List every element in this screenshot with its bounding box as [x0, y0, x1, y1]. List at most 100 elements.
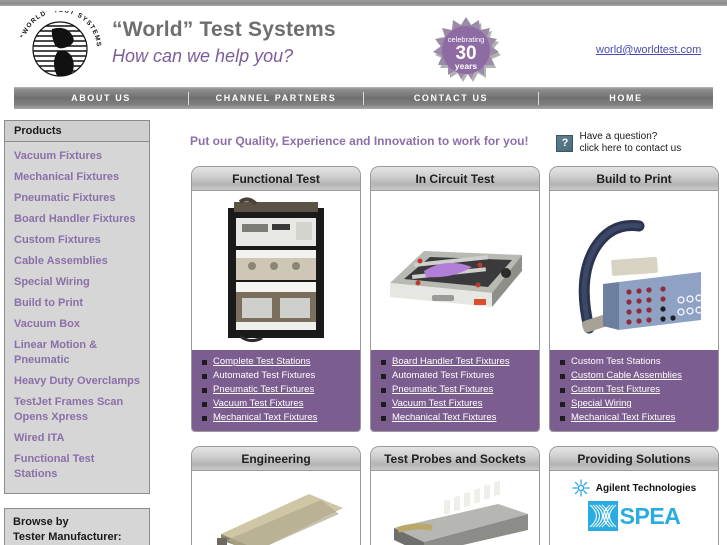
product-card-list-item[interactable]: Vacuum Test Fixtures — [198, 397, 354, 411]
product-card-list-item[interactable]: Special Wiring — [556, 397, 712, 411]
product-link[interactable]: Mechanical Text Fixtures — [213, 411, 317, 425]
product-link[interactable]: Custom Test Fixtures — [571, 383, 660, 397]
spea-label: SPEA — [619, 503, 681, 529]
page-tagline: Put our Quality, Experience and Innovati… — [190, 134, 529, 148]
square-bullet-icon — [381, 388, 386, 393]
celebrating-30-years-badge: celebrating 30 years — [428, 16, 504, 86]
product-card-list-item[interactable]: Custom Test Fixtures — [556, 383, 712, 397]
sidebar-product-link[interactable]: Board Handler Fixtures — [5, 209, 149, 230]
brand-title: “World” Test Systems — [112, 18, 336, 41]
square-bullet-icon — [381, 402, 386, 407]
nav-item-contact-us[interactable]: CONTACT US — [364, 93, 538, 103]
sidebar-product-link[interactable]: Special Wiring — [5, 272, 149, 293]
product-card: In Circuit Test Board Handler Test Fixtu… — [370, 166, 540, 432]
product-card-list-item[interactable]: Custom Cable Assemblies — [556, 369, 712, 383]
sidebar: Products Vacuum Fixtures Mechanical Fixtu… — [4, 120, 150, 545]
product-label: Custom Test Stations — [571, 356, 661, 367]
question-text: Have a question? click here to contact u… — [579, 131, 681, 155]
product-link[interactable]: Vacuum Test Fixtures — [213, 397, 303, 411]
spea-logo: SPEA — [587, 501, 681, 531]
sidebar-product-link[interactable]: Custom Fixtures — [5, 230, 149, 251]
square-bullet-icon — [560, 388, 565, 393]
product-link[interactable]: Vacuum Test Fixtures — [392, 397, 482, 411]
product-card-list-item: Custom Test Stations — [556, 355, 712, 369]
square-bullet-icon — [560, 402, 565, 407]
product-card-links: Custom Test Stations Custom Cable Assembl… — [550, 350, 718, 431]
sidebar-product-link[interactable]: Build to Print — [5, 293, 149, 314]
functional-test-rack-photo — [192, 191, 360, 350]
product-card-title: Engineering — [192, 447, 360, 471]
in-circuit-test-fixture-photo — [371, 191, 539, 350]
product-card-list-item: Automated Test Fixtures — [198, 369, 354, 383]
product-card-list-item[interactable]: Mechanical Text Fixtures — [198, 411, 354, 425]
tagline-row: Put our Quality, Experience and Innovati… — [158, 120, 723, 166]
product-card-title: Providing Solutions — [550, 447, 718, 471]
question-line2: click here to contact us — [579, 143, 682, 154]
browse-title-line2: Tester Manufacturer: — [13, 531, 122, 543]
square-bullet-icon — [381, 374, 386, 379]
browse-title-line1: Browse by — [13, 516, 69, 528]
brand-tagline: How can we help you? — [112, 46, 294, 66]
agilent-logo: Agilent Technologies — [572, 479, 696, 497]
agilent-label: Agilent Technologies — [595, 482, 697, 494]
product-card: Functional Test Complete Test Stations Au… — [191, 166, 361, 432]
product-card-links: Complete Test Stations Automated Test Fix… — [192, 350, 360, 431]
sidebar-product-link[interactable]: Pneumatic Fixtures — [5, 188, 149, 209]
sidebar-product-link[interactable]: Functional Test Stations — [5, 449, 149, 485]
sidebar-product-link[interactable]: Cable Assemblies — [5, 251, 149, 272]
product-card-list-item: Automated Test Fixtures — [377, 369, 533, 383]
product-card-list-item[interactable]: Complete Test Stations — [198, 355, 354, 369]
product-link[interactable]: Pneumatic Test Fixtures — [392, 383, 493, 397]
product-card-title: Build to Print — [550, 167, 718, 191]
product-card-list-item[interactable]: Mechanical Text Fixtures — [377, 411, 533, 425]
product-label: Automated Test Fixtures — [392, 370, 495, 381]
build-to-print-cable-module-photo — [550, 191, 718, 350]
product-card-links: Board Handler Test Fixtures Automated Tes… — [371, 350, 539, 431]
product-card: Providing Solutions Agilent Technologies — [549, 446, 719, 545]
product-link[interactable]: Board Handler Test Fixtures — [392, 355, 510, 369]
product-card-list-item[interactable]: Board Handler Test Fixtures — [377, 355, 533, 369]
sidebar-product-link[interactable]: TestJet Frames Scan Opens Xpress — [5, 392, 149, 428]
nav-item-channel-partners[interactable]: CHANNEL PARTNERS — [189, 93, 363, 103]
sidebar-product-link[interactable]: Vacuum Fixtures — [5, 146, 149, 167]
browse-by-manufacturer-panel: Browse by Tester Manufacturer: Choose On… — [4, 508, 150, 545]
engineering-panel-photo — [192, 471, 360, 545]
product-link[interactable]: Pneumatic Test Fixtures — [213, 383, 314, 397]
main-navigation: ABOUT US CHANNEL PARTNERS CONTACT US HOM… — [14, 87, 713, 109]
main-content: Put our Quality, Experience and Innovati… — [158, 120, 723, 545]
products-panel: Products Vacuum Fixtures Mechanical Fixtu… — [4, 120, 150, 494]
product-link[interactable]: Custom Cable Assemblies — [571, 369, 682, 383]
product-link[interactable]: Special Wiring — [571, 397, 632, 411]
sidebar-product-link[interactable]: Mechanical Fixtures — [5, 167, 149, 188]
brand-block: “World” Test Systems How can we help you… — [112, 18, 336, 68]
sidebar-product-link[interactable]: Linear Motion & Pneumatic — [5, 335, 149, 371]
product-link[interactable]: Complete Test Stations — [213, 355, 311, 369]
world-test-systems-logo[interactable]: "WORLD" TEST SYSTEMS — [14, 11, 106, 83]
contact-email-link[interactable]: world@worldtest.com — [596, 44, 701, 56]
product-card-list-item[interactable]: Pneumatic Test Fixtures — [377, 383, 533, 397]
site-header: "WORLD" TEST SYSTEMS “World” Test System… — [0, 6, 727, 85]
square-bullet-icon — [560, 360, 565, 365]
partner-logos: Agilent Technologies SPEA — [550, 471, 718, 545]
square-bullet-icon — [202, 374, 207, 379]
have-a-question-block[interactable]: ? Have a question? click here to contact… — [556, 131, 681, 155]
square-bullet-icon — [202, 360, 207, 365]
product-link[interactable]: Mechanical Text Fixtures — [571, 411, 675, 425]
product-card-title: In Circuit Test — [371, 167, 539, 191]
sidebar-product-link[interactable]: Heavy Duty Overclamps — [5, 371, 149, 392]
sidebar-product-link[interactable]: Wired ITA — [5, 428, 149, 449]
square-bullet-icon — [381, 416, 386, 421]
product-card-title: Functional Test — [192, 167, 360, 191]
sidebar-product-link[interactable]: Vacuum Box — [5, 314, 149, 335]
question-mark-icon[interactable]: ? — [556, 134, 574, 152]
square-bullet-icon — [202, 402, 207, 407]
product-card-list-item[interactable]: Vacuum Test Fixtures — [377, 397, 533, 411]
product-card-list-item[interactable]: Pneumatic Test Fixtures — [198, 383, 354, 397]
product-card-list-item[interactable]: Mechanical Text Fixtures — [556, 411, 712, 425]
product-link[interactable]: Mechanical Text Fixtures — [392, 411, 496, 425]
svg-text:years: years — [455, 61, 477, 71]
nav-item-about-us[interactable]: ABOUT US — [14, 93, 188, 103]
spea-mark-icon — [587, 501, 618, 531]
nav-item-home[interactable]: HOME — [539, 93, 713, 103]
square-bullet-icon — [202, 388, 207, 393]
